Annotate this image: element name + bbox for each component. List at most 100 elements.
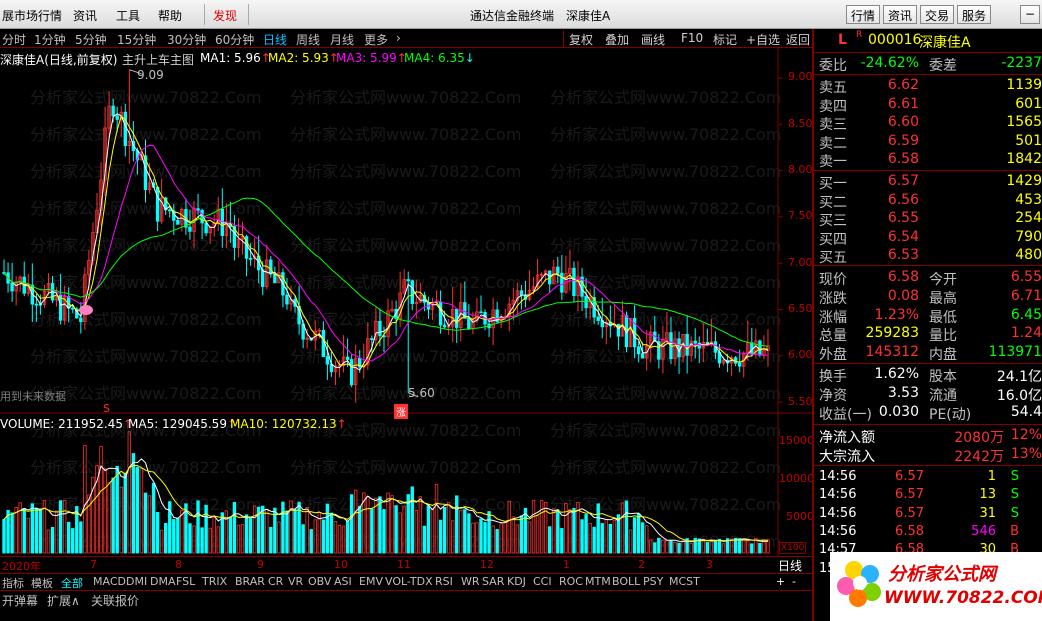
btn-adjust[interactable]: 复权 bbox=[569, 31, 593, 48]
tab-kdj[interactable]: KDJ bbox=[507, 575, 526, 588]
tab-emv[interactable]: EMV bbox=[359, 575, 383, 588]
period-daily[interactable]: 日线 bbox=[263, 31, 287, 48]
tab-cr[interactable]: CR bbox=[268, 575, 283, 588]
btn-trade[interactable]: 交易 bbox=[920, 5, 955, 24]
tab-dmi[interactable]: DMI bbox=[126, 575, 147, 588]
price-tick: 6.00 bbox=[788, 348, 813, 361]
tab-template[interactable]: 模板 bbox=[31, 575, 53, 591]
volume-bar bbox=[495, 529, 499, 554]
volume-bar bbox=[596, 503, 600, 554]
tab-all[interactable]: 全部 bbox=[61, 575, 83, 591]
tab-vr[interactable]: VR bbox=[288, 575, 303, 588]
watermark-text: 分析家公式网www.70822.Com bbox=[550, 458, 781, 477]
tab-mcst[interactable]: MCST bbox=[669, 575, 700, 588]
tab-psy[interactable]: PSY bbox=[643, 575, 663, 588]
stock-name: 深康佳A bbox=[919, 35, 971, 51]
period-30min[interactable]: 30分钟 bbox=[167, 31, 206, 48]
buy-volume: 480 bbox=[1015, 247, 1042, 264]
divider bbox=[814, 265, 1042, 266]
tab-obv[interactable]: OBV bbox=[308, 575, 331, 588]
tab-rsi[interactable]: RSI bbox=[435, 575, 453, 588]
buy-level-label: 买三 bbox=[819, 213, 847, 230]
tick-direction: B bbox=[1010, 523, 1019, 539]
btn-service[interactable]: 服务 bbox=[957, 5, 992, 24]
volume-bar bbox=[624, 500, 629, 554]
menu-news[interactable]: 资讯 bbox=[73, 7, 97, 24]
tab-vol-tdx[interactable]: VOL-TDX bbox=[385, 575, 433, 588]
volume-bar bbox=[155, 511, 160, 554]
candle-body bbox=[345, 356, 350, 360]
candle-body bbox=[677, 338, 681, 358]
zoom-out-button[interactable]: - bbox=[792, 575, 796, 588]
tab-asi[interactable]: ASI bbox=[334, 575, 352, 588]
candle-body bbox=[410, 280, 414, 304]
volume-bar bbox=[640, 522, 645, 554]
tab-related-quotes[interactable]: 关联报价 bbox=[91, 592, 139, 609]
tick-row: 14:56 6.58 546 B bbox=[814, 524, 1042, 542]
tab-roc[interactable]: ROC bbox=[559, 575, 583, 588]
volume-bar bbox=[483, 522, 487, 554]
period-monthly[interactable]: 月线 bbox=[330, 31, 354, 48]
tab-dma[interactable]: DMA bbox=[150, 575, 176, 588]
kline-chart-canvas[interactable]: 分析家公式网www.70822.Com 分析家公式网www.70822.Com 分析… bbox=[0, 48, 812, 558]
btn-overlay[interactable]: 叠加 bbox=[605, 31, 629, 48]
menu-market[interactable]: 展市场行情 bbox=[2, 7, 62, 24]
volume-bar bbox=[519, 515, 524, 554]
volume-bar bbox=[535, 515, 540, 554]
period-5min[interactable]: 5分钟 bbox=[75, 31, 107, 48]
minimize-button[interactable]: − bbox=[1020, 5, 1040, 24]
tab-indicator[interactable]: 指标 bbox=[2, 575, 24, 591]
l-badge: L bbox=[838, 32, 847, 48]
volume-bar bbox=[329, 512, 334, 554]
tick-volume: 13 bbox=[979, 487, 996, 503]
tab-cci[interactable]: CCI bbox=[533, 575, 552, 588]
period-15min[interactable]: 15分钟 bbox=[117, 31, 156, 48]
period-weekly[interactable]: 周线 bbox=[296, 31, 320, 48]
candle-body bbox=[406, 279, 410, 282]
btn-back[interactable]: 返回 bbox=[786, 31, 810, 48]
volume-unit: X100 bbox=[779, 542, 807, 554]
site-logo: 分析家公式网 WWW.70822.COM bbox=[830, 552, 1042, 621]
stock-terminal-window: 展市场行情 资讯 工具 帮助 发现 通达信金融终端 深康佳A 行情 资讯 交易 … bbox=[0, 0, 1042, 621]
btn-f10[interactable]: F10 bbox=[681, 31, 703, 45]
btn-add-watchlist[interactable]: +自选 bbox=[746, 31, 780, 48]
tick-time: 14:56 bbox=[819, 505, 857, 521]
volume-bar bbox=[281, 501, 285, 554]
btn-mark[interactable]: 标记 bbox=[713, 31, 737, 48]
menu-tools[interactable]: 工具 bbox=[116, 7, 140, 24]
volume-bar bbox=[269, 526, 273, 554]
period-tick[interactable]: 分时 bbox=[2, 31, 26, 48]
zoom-in-button[interactable]: + bbox=[776, 575, 785, 588]
watermark-text: 分析家公式网www.70822.Com bbox=[550, 199, 781, 218]
btn-draw[interactable]: 画线 bbox=[641, 31, 665, 48]
sell-level-label: 卖三 bbox=[819, 117, 847, 134]
tab-macd[interactable]: MACD bbox=[93, 575, 126, 588]
tab-boll[interactable]: BOLL bbox=[612, 575, 640, 588]
btn-info[interactable]: 资讯 bbox=[883, 5, 918, 24]
volume-bar bbox=[370, 508, 374, 554]
tab-brar[interactable]: BRAR bbox=[235, 575, 265, 588]
tab-trix[interactable]: TRIX bbox=[202, 575, 227, 588]
btn-quotes[interactable]: 行情 bbox=[846, 5, 881, 24]
divider bbox=[814, 170, 1042, 171]
tab-expand[interactable]: 扩展∧ bbox=[47, 592, 80, 609]
volume-label: VOLUME: 211952.45↑ bbox=[0, 417, 134, 431]
tab-mtm[interactable]: MTM bbox=[585, 575, 611, 588]
volume-bar bbox=[228, 516, 233, 554]
menu-discover[interactable]: 发现 bbox=[213, 7, 237, 24]
tab-wr[interactable]: WR bbox=[461, 575, 480, 588]
period-60min[interactable]: 60分钟 bbox=[215, 31, 254, 48]
period-1min[interactable]: 1分钟 bbox=[34, 31, 66, 48]
period-more[interactable]: 更多 bbox=[364, 31, 388, 48]
tab-danmu[interactable]: 开弹幕 bbox=[2, 592, 38, 609]
kline-chart-area[interactable]: 分析家公式网www.70822.Com 分析家公式网www.70822.Com 分析… bbox=[0, 48, 814, 573]
volume-bar bbox=[309, 529, 313, 554]
volume-bar bbox=[6, 509, 10, 554]
chart-title: 深康佳A(日线,前复权) bbox=[0, 53, 118, 67]
menu-help[interactable]: 帮助 bbox=[158, 7, 182, 24]
chevron-right-icon[interactable]: › bbox=[396, 31, 401, 45]
tab-fsl[interactable]: FSL bbox=[176, 575, 195, 588]
fundamental-row: 净资 3.53 流通 16.0亿 bbox=[814, 385, 1042, 404]
tab-sar[interactable]: SAR bbox=[482, 575, 504, 588]
candle-body bbox=[519, 290, 524, 296]
